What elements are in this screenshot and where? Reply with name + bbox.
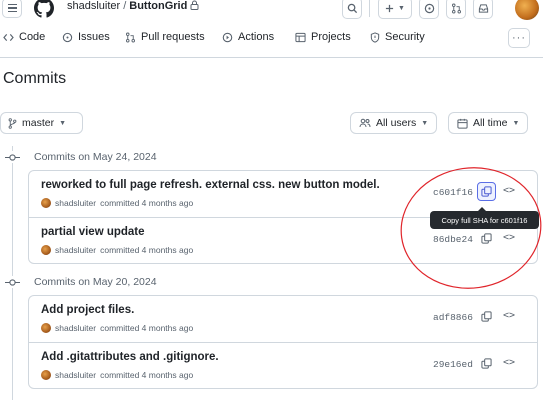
commit-time: committed 4 months ago [100,323,194,333]
tab-label: Projects [311,31,351,43]
commit-time: committed 4 months ago [100,245,194,255]
commit-message-link[interactable]: partial view update [41,226,145,238]
user-avatar[interactable] [515,0,539,20]
repo-owner-link[interactable]: shadsluiter [67,0,120,12]
group-date: Commits on May 24, 2024 [34,151,157,163]
commit-meta: shadsluiter committed 4 months ago [41,370,193,380]
branch-icon [8,117,17,129]
inbox-button[interactable] [473,0,493,19]
commit-message-link[interactable]: Add .gitattributes and .gitignore. [41,351,219,363]
actions-icon [222,32,233,42]
issue-icon [62,32,73,42]
avatar[interactable] [41,323,51,333]
author-link[interactable]: shadsluiter [55,370,96,380]
breadcrumb: shadsluiter / ButtonGrid [67,0,199,12]
tab-label: Pull requests [141,31,205,43]
tab-label: Issues [78,31,110,43]
tab-code[interactable]: Code [3,31,45,43]
breadcrumb-separator: / [123,0,127,12]
timeline-line [12,146,13,400]
annotation-ellipse [400,167,542,289]
commit-sha-link[interactable]: 29e16ed [433,359,473,370]
kebab-horizontal-icon: ··· [512,32,526,44]
time-filter[interactable]: All time ▼ [448,112,529,134]
plus-icon [385,4,394,12]
commit-time: committed 4 months ago [100,370,194,380]
code-icon [3,33,14,41]
browse-code-icon[interactable]: <> [503,310,515,321]
top-bar: shadsluiter / ButtonGrid ▼ [0,0,543,24]
copy-sha-button[interactable] [477,307,496,326]
issues-button[interactable] [419,0,439,19]
chevron-down-icon: ▼ [398,4,405,12]
tab-pull-requests[interactable]: Pull requests [125,31,205,43]
pull-requests-button[interactable] [446,0,466,19]
avatar[interactable] [41,198,51,208]
create-new-button[interactable]: ▼ [378,0,412,19]
group-date: Commits on May 20, 2024 [34,276,157,288]
people-icon [359,118,371,128]
commit-list: Add project files. shadsluiter committed… [28,295,538,389]
commit-group-header: Commits on May 24, 2024 [5,151,157,163]
tab-actions[interactable]: Actions [222,31,274,43]
tab-label: Code [19,31,46,43]
commit-meta: shadsluiter committed 4 months ago [41,323,193,333]
browse-code-icon[interactable]: <> [503,357,515,368]
git-commit-icon [5,278,20,286]
author-link[interactable]: shadsluiter [55,245,96,255]
nav-divider [0,57,543,58]
shield-icon [370,31,380,43]
commit-meta: shadsluiter committed 4 months ago [41,245,193,255]
branch-selector[interactable]: master ▼ [0,112,83,134]
chevron-down-icon: ▼ [512,119,520,127]
page-title: Commits [3,70,67,87]
search-button[interactable] [342,0,362,19]
tab-issues[interactable]: Issues [62,31,110,43]
git-commit-icon [5,153,20,161]
table-icon [295,32,306,42]
tab-label: Actions [238,31,275,43]
repo-nav: Code Issues Pull requests Actions Projec… [0,28,543,52]
commit-row: Add .gitattributes and .gitignore. shads… [29,342,537,388]
lock-icon [190,0,199,10]
search-icon [347,3,357,13]
users-filter[interactable]: All users ▼ [350,112,438,134]
menu-icon[interactable] [2,0,22,18]
avatar[interactable] [41,370,51,380]
author-link[interactable]: shadsluiter [55,323,96,333]
commit-message-link[interactable]: reworked to full page refresh. external … [41,179,380,191]
time-filter-label: All time [473,117,508,129]
calendar-icon [457,118,468,129]
commit-sha-link[interactable]: adf8866 [433,312,473,323]
chevron-down-icon: ▼ [59,119,67,127]
pull-request-icon [451,3,461,13]
inbox-icon [478,3,488,13]
issue-icon [424,3,434,13]
avatar[interactable] [41,245,51,255]
tab-label: Security [385,31,425,43]
commit-message-link[interactable]: Add project files. [41,304,134,316]
commit-group-header: Commits on May 20, 2024 [5,276,157,288]
commit-time: committed 4 months ago [100,198,194,208]
copy-sha-button[interactable] [477,354,496,373]
tab-security[interactable]: Security [370,31,425,43]
pull-request-icon [126,32,135,42]
commit-row: Add project files. shadsluiter committed… [29,296,537,342]
more-tabs-button[interactable]: ··· [508,28,530,48]
author-link[interactable]: shadsluiter [55,198,96,208]
github-logo[interactable] [33,0,55,18]
commit-meta: shadsluiter committed 4 months ago [41,198,193,208]
users-filter-label: All users [376,117,417,129]
chevron-down-icon: ▼ [421,119,429,127]
repo-name-link[interactable]: ButtonGrid [129,0,187,12]
copy-icon [481,311,492,322]
toolbar-divider [369,0,370,17]
tab-projects[interactable]: Projects [295,31,351,43]
copy-icon [481,358,492,369]
branch-name: master [22,117,55,129]
